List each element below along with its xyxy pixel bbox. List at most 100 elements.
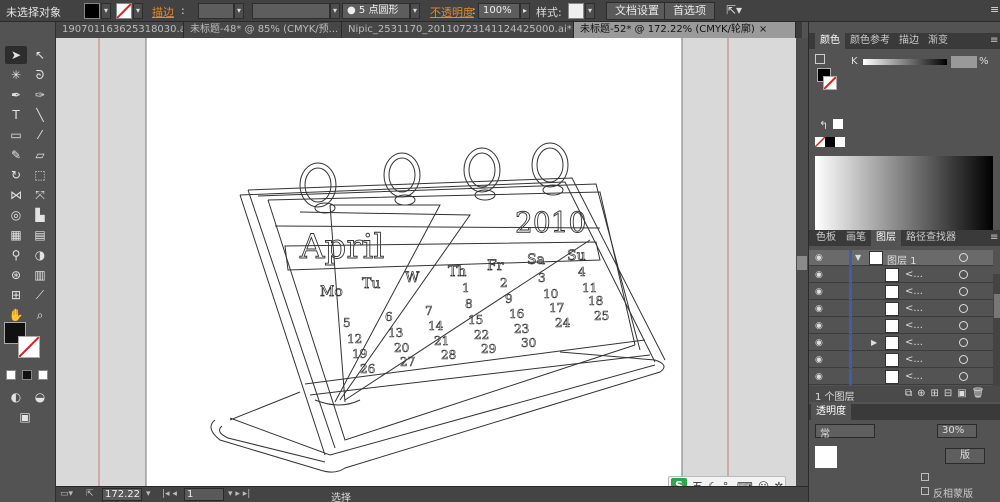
white-swatch[interactable] [835, 137, 845, 147]
tab-doc-3[interactable]: Nipic_2531170_20110723141124425000.ai*× [342, 22, 574, 38]
column-graph-icon[interactable]: ▥ [29, 266, 51, 284]
eye-icon[interactable]: ◉ [815, 321, 823, 331]
fill-dropdown-icon[interactable]: ▾ [101, 3, 111, 19]
line-tool-icon[interactable]: ╲ [29, 106, 51, 124]
eye-icon[interactable]: ◉ [815, 304, 823, 314]
target-icon[interactable] [959, 338, 968, 347]
target-icon[interactable] [959, 355, 968, 364]
brush-dropdown-icon[interactable]: ▾ [410, 3, 420, 19]
default-colors-icon[interactable] [815, 54, 825, 64]
draw-inside-icon[interactable]: ◒ [29, 388, 51, 406]
eye-icon[interactable]: ◉ [815, 253, 823, 263]
fill-swatch[interactable] [84, 3, 100, 19]
eye-icon[interactable]: ◉ [815, 355, 823, 365]
type-tool-icon[interactable]: T [5, 106, 27, 124]
slice-tool-icon[interactable]: ⟋ [29, 286, 51, 304]
black-swatch[interactable] [825, 137, 835, 147]
zoom-tool-icon[interactable]: ⌕ [29, 306, 51, 324]
arrange-icon[interactable]: ⇱▾ [726, 3, 742, 17]
layer-actions-icon[interactable]: ⧉⊕⊞⊟▣🗑 [905, 388, 989, 399]
curvature-tool-icon[interactable]: ✑ [29, 86, 51, 104]
tab-doc-active[interactable]: 未标题-52* @ 172.22% (CMYK/轮廓) × [574, 22, 796, 38]
eye-icon[interactable]: ◉ [815, 372, 823, 382]
clip-checkbox[interactable] [921, 473, 929, 481]
stroke-swatch[interactable] [116, 3, 132, 19]
tab-brushes[interactable]: 画笔 [841, 230, 871, 246]
layer-item[interactable]: ◉ <... [809, 301, 993, 317]
layer-item[interactable]: ◉ ▶ <... [809, 335, 993, 351]
layer-item[interactable]: ◉ <... [809, 352, 993, 368]
tab-doc-1[interactable]: 190701163625318030.ai*× [56, 22, 184, 38]
scrollbar-thumb[interactable] [994, 294, 1000, 318]
expand-icon[interactable]: ▶ [871, 338, 877, 347]
panel-menu-icon[interactable]: ≡ [990, 3, 999, 16]
artboard[interactable]: April 2010 Mo Tu W Th Fr Sa Su 1 2 3 4 5… [56, 38, 796, 486]
blend-tool-icon[interactable]: ◑ [29, 246, 51, 264]
tab-color[interactable]: 颜色 [815, 33, 845, 49]
rotate-tool-icon[interactable]: ↻ [5, 166, 27, 184]
document-settings-button[interactable]: 文档设置 [606, 2, 668, 20]
free-transform-icon[interactable]: ⤧ [29, 186, 51, 204]
direct-selection-tool-icon[interactable]: ↖ [29, 46, 51, 64]
symbol-sprayer-icon[interactable]: ⊛ [5, 266, 27, 284]
variable-width-dropdown-icon[interactable]: ▾ [330, 3, 340, 19]
pencil-tool-icon[interactable]: ✎ [5, 146, 27, 164]
eye-icon[interactable]: ◉ [815, 338, 823, 348]
target-icon[interactable] [959, 287, 968, 296]
target-icon[interactable] [959, 253, 968, 262]
tab-color-guide[interactable]: 颜色参考 [845, 33, 895, 49]
draw-mode-icon[interactable]: ◐ [5, 388, 27, 406]
magic-wand-icon[interactable]: ✳ [5, 66, 27, 84]
first-page-icon[interactable]: |◂ ◂ [162, 489, 177, 499]
gradient-mode-icon[interactable] [22, 370, 32, 380]
selection-tool-icon[interactable]: ➤ [5, 46, 27, 64]
status-menu-icon[interactable]: ▭▾ [60, 489, 73, 499]
opacity-value-field[interactable]: 30% [937, 424, 977, 438]
none-mode-icon[interactable] [38, 370, 48, 380]
panel-stroke-color[interactable] [823, 76, 837, 90]
canvas-pasteboard[interactable]: April 2010 Mo Tu W Th Fr Sa Su 1 2 3 4 5… [56, 38, 796, 486]
layer-item[interactable]: ◉ <... [809, 284, 993, 300]
preferences-button[interactable]: 首选项 [664, 2, 715, 20]
chart-tool-icon[interactable]: ▙ [29, 206, 51, 224]
tab-gradient[interactable]: 渐变 [923, 33, 953, 49]
tab-layers[interactable]: 图层 [871, 230, 901, 246]
zoom-dropdown-icon[interactable]: ▾ [146, 489, 151, 499]
style-swatch[interactable] [568, 3, 584, 19]
pen-tool-icon[interactable]: ✒ [5, 86, 27, 104]
vertical-scrollbar[interactable] [796, 38, 808, 486]
layers-scrollbar[interactable] [993, 274, 1000, 402]
eyedropper-icon[interactable]: ⚲ [5, 246, 27, 264]
mesh-tool-icon[interactable]: ▦ [5, 226, 27, 244]
panel-menu-icon[interactable]: ≡ [985, 33, 1000, 49]
stroke-label[interactable]: 描边 [152, 4, 174, 20]
eye-icon[interactable]: ◉ [815, 287, 823, 297]
stroke-weight-dropdown-icon[interactable]: ▾ [234, 3, 244, 19]
gradient-tool-icon[interactable]: ▤ [29, 226, 51, 244]
target-icon[interactable] [959, 304, 968, 313]
screen-mode-icon[interactable]: ▣ [14, 408, 36, 426]
layer-row-top[interactable]: ◉ ▼ 图层 1 [809, 250, 993, 267]
tab-doc-2[interactable]: 未标题-48* @ 85% (CMYK/预...× [184, 22, 342, 38]
invert-mask-checkbox[interactable] [921, 487, 929, 495]
close-icon[interactable]: × [759, 24, 767, 35]
layer-name[interactable]: 图层 1 [887, 252, 917, 267]
none-color-icon[interactable]: ↰ [819, 119, 831, 132]
brush-field[interactable]: ● 5 点圆形 [342, 3, 410, 19]
export-icon[interactable]: ⇱ [86, 489, 94, 499]
tab-pathfinder[interactable]: 路径查找器 [901, 230, 961, 246]
style-dropdown-icon[interactable]: ▾ [585, 3, 595, 19]
opacity-label[interactable]: 不透明度 [430, 4, 474, 20]
zoom-field[interactable]: 172.22 [102, 488, 142, 501]
stroke-dropdown-icon[interactable]: ▾ [133, 3, 143, 19]
opacity-dropdown-icon[interactable]: ▸ [520, 3, 530, 19]
target-icon[interactable] [959, 270, 968, 279]
variable-width-field[interactable] [252, 3, 330, 19]
eraser-tool-icon[interactable]: ▱ [29, 146, 51, 164]
make-mask-button[interactable]: 版 [945, 448, 985, 464]
layer-item[interactable]: ◉ <... [809, 369, 993, 385]
scrollbar-thumb[interactable] [797, 256, 807, 270]
k-channel-slider[interactable] [863, 59, 947, 65]
blend-mode-select[interactable]: 常 [815, 424, 875, 440]
last-color-swatch[interactable] [833, 119, 843, 129]
